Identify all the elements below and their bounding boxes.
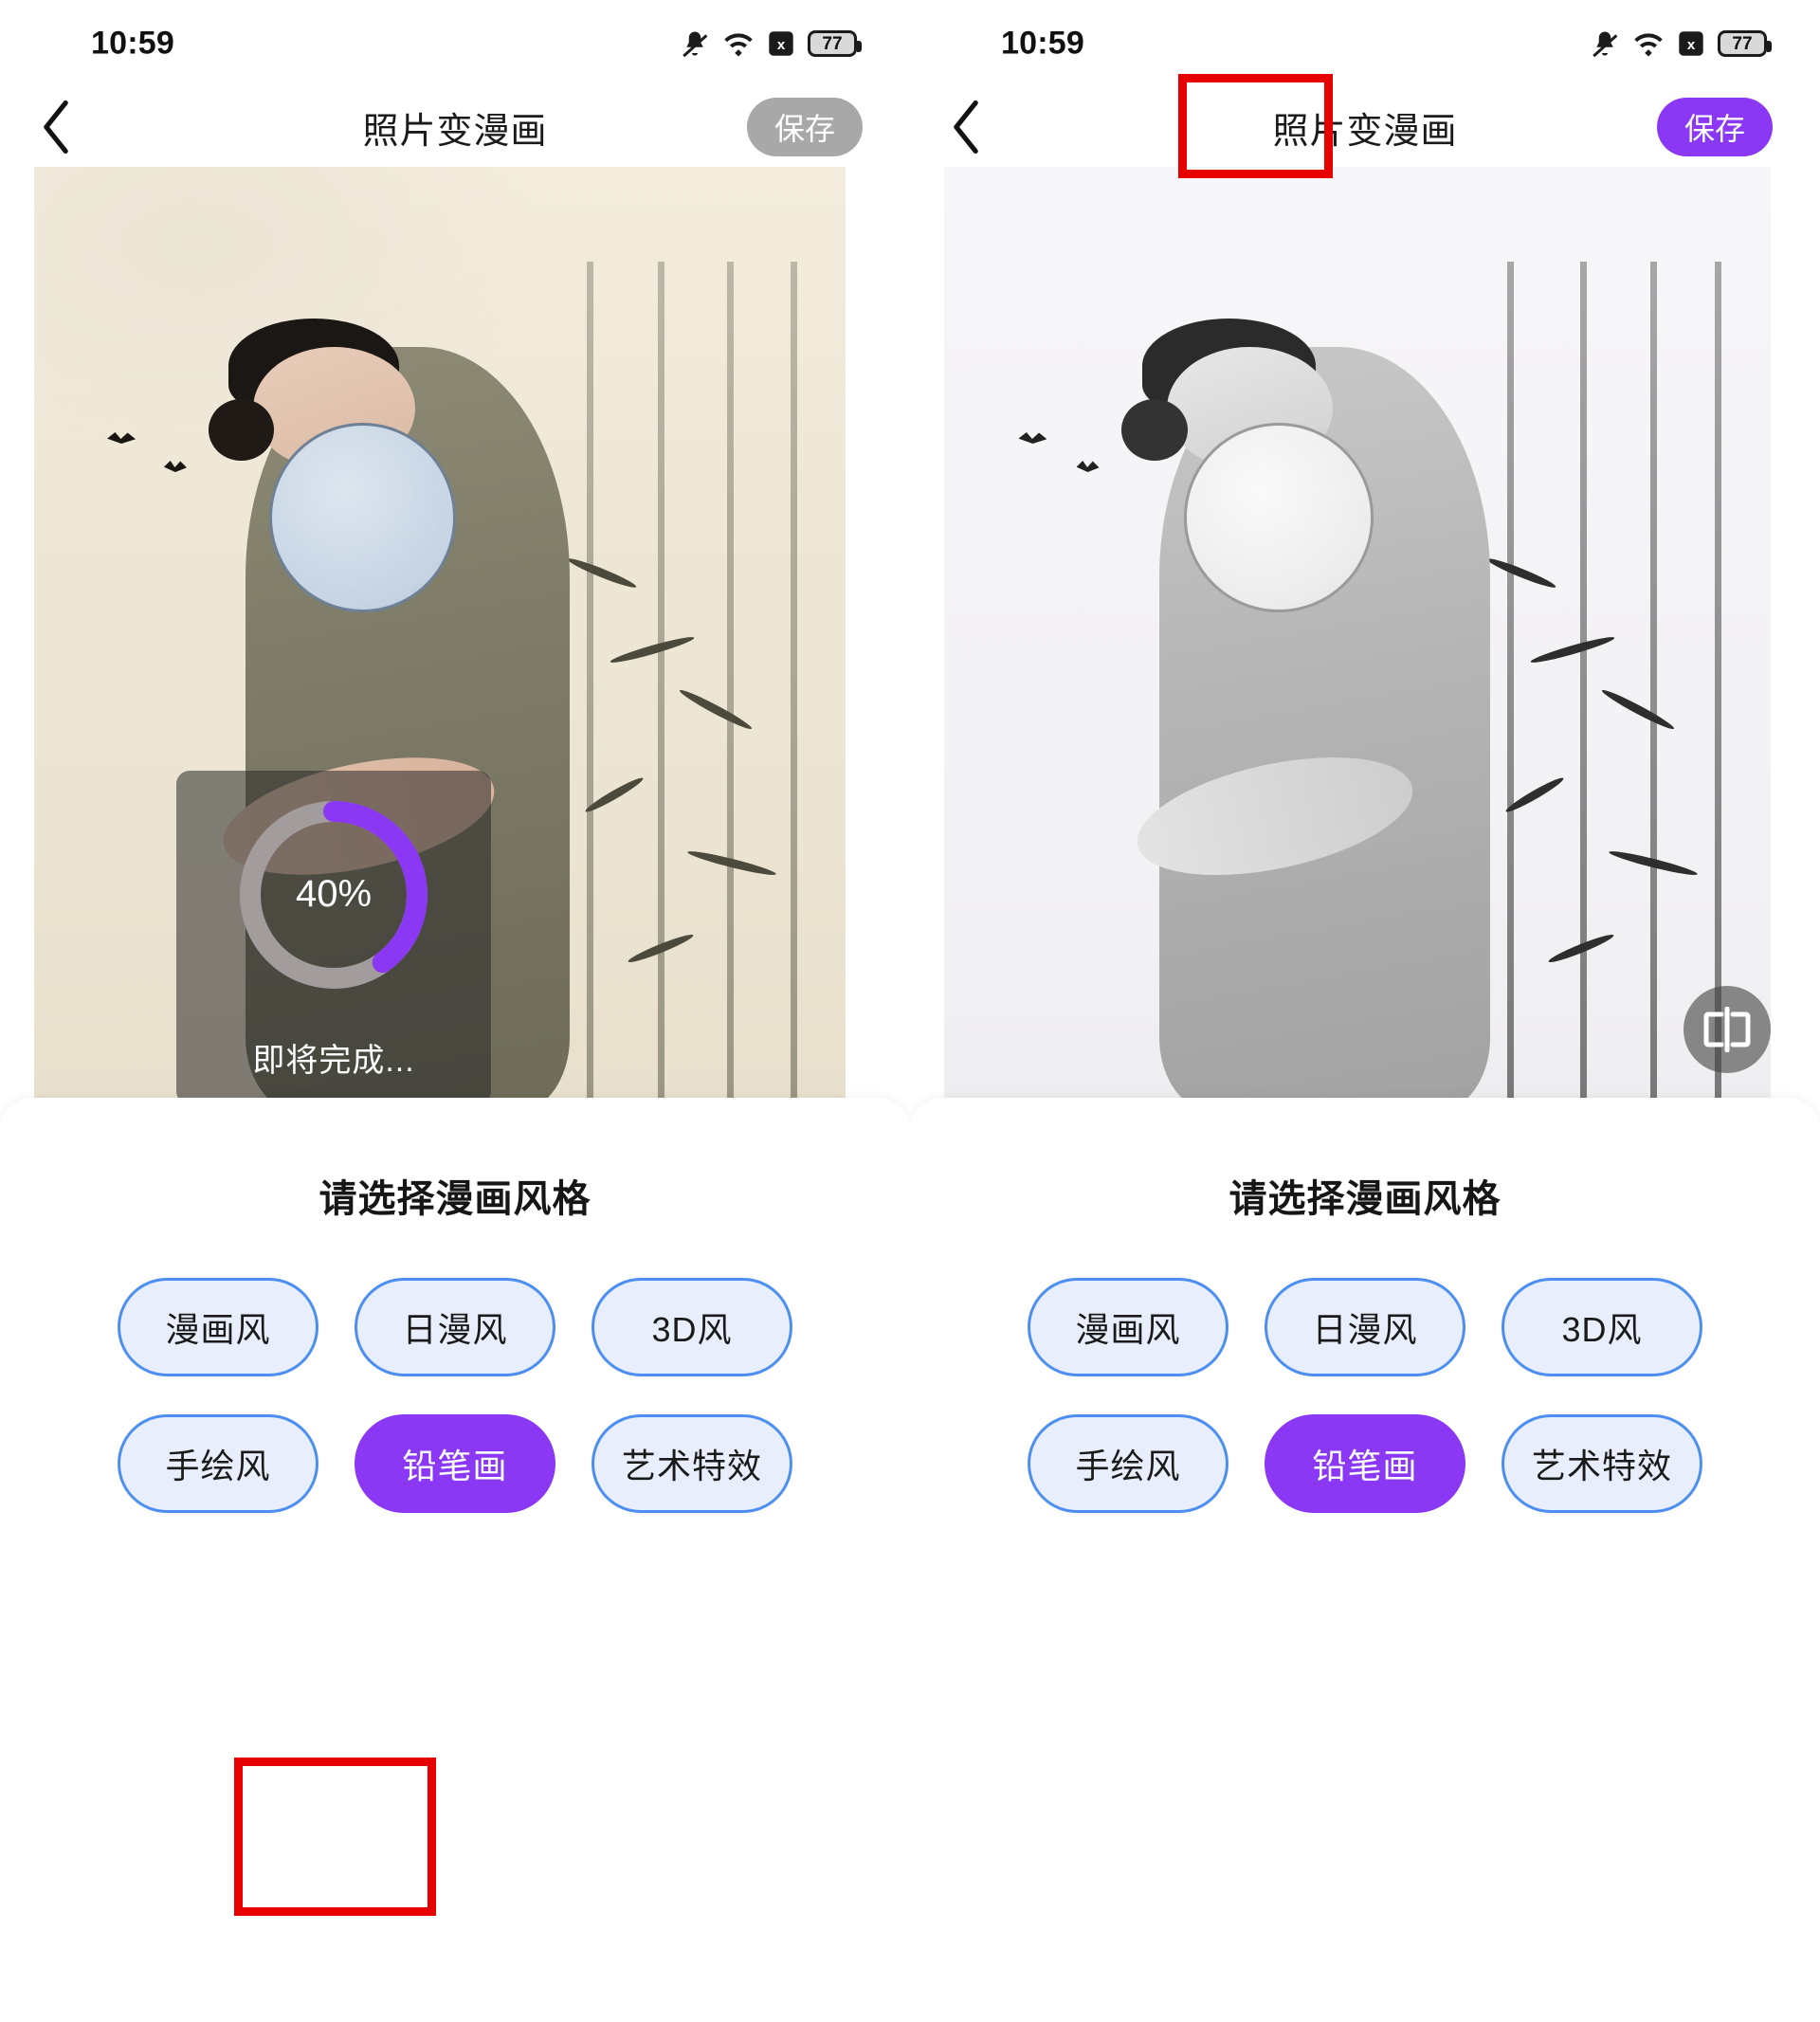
status-bar: 10:59 x 77 <box>0 0 910 87</box>
svg-text:x: x <box>1687 37 1696 53</box>
battery-icon: 77 <box>1718 30 1772 57</box>
nav-bar: 照片变漫画 保存 <box>0 87 910 167</box>
sim-x-icon: x <box>768 29 794 58</box>
style-picker-sheet: 请选择漫画风格 漫画风 日漫风 3D风 手绘风 铅笔画 艺术特效 <box>0 1098 910 2022</box>
battery-level-label: 77 <box>1732 33 1753 54</box>
battery-level-label: 77 <box>822 33 843 54</box>
battery-icon: 77 <box>808 30 862 57</box>
nav-bar: 照片变漫画 保存 <box>910 87 1820 167</box>
compare-split-icon[interactable] <box>1684 986 1771 1073</box>
result-photo <box>944 167 1771 1115</box>
status-bar: 10:59 x 77 <box>910 0 1820 87</box>
conversion-progress-overlay: 40% 即将完成... <box>176 771 491 1104</box>
wifi-icon <box>722 28 755 59</box>
style-picker-sheet: 请选择漫画风格 漫画风 日漫风 3D风 手绘风 铅笔画 艺术特效 <box>910 1098 1820 2022</box>
figure-hair-bun <box>1121 399 1189 461</box>
hand-fan <box>1183 423 1374 612</box>
bamboo-decoration <box>1473 262 1754 1115</box>
style-chip-3d[interactable]: 3D风 <box>1502 1278 1702 1376</box>
style-chip-grid: 漫画风 日漫风 3D风 手绘风 铅笔画 艺术特效 <box>0 1278 910 1513</box>
status-bar-clock: 10:59 <box>1001 25 1084 62</box>
style-picker-title: 请选择漫画风格 <box>318 1178 592 1220</box>
style-chip-pencil[interactable]: 铅笔画 <box>1265 1414 1465 1513</box>
status-bar-icons: x 77 <box>1591 28 1772 59</box>
back-button[interactable] <box>27 98 85 156</box>
style-chip-comic[interactable]: 漫画风 <box>1028 1278 1228 1376</box>
save-button[interactable]: 保存 <box>747 98 863 156</box>
status-bar-clock: 10:59 <box>91 25 174 62</box>
progress-percent-label: 40% <box>295 873 373 915</box>
preview-area <box>910 167 1820 1115</box>
bell-muted-icon <box>681 28 709 59</box>
style-chip-handdraw[interactable]: 手绘风 <box>118 1414 318 1513</box>
bell-muted-icon <box>1591 28 1619 59</box>
svg-text:x: x <box>777 37 786 53</box>
progress-status-text: 即将完成... <box>252 1042 415 1079</box>
phone-screen-before: 10:59 x 77 照片变漫画 保存 40% 即将完成... 请选择漫画风格 … <box>0 0 910 2022</box>
back-button[interactable] <box>937 98 995 156</box>
style-chip-anime[interactable]: 日漫风 <box>1265 1278 1465 1376</box>
style-chip-comic[interactable]: 漫画风 <box>118 1278 318 1376</box>
style-chip-artfx[interactable]: 艺术特效 <box>592 1414 792 1513</box>
sim-x-icon: x <box>1678 29 1704 58</box>
save-button[interactable]: 保存 <box>1657 98 1773 156</box>
phone-screen-after: 10:59 x 77 照片变漫画 保存 请选择漫画风格 漫画风 日漫风 3D风 … <box>910 0 1820 2022</box>
style-picker-title: 请选择漫画风格 <box>1228 1178 1502 1220</box>
style-chip-3d[interactable]: 3D风 <box>592 1278 792 1376</box>
bamboo-decoration <box>554 262 829 1115</box>
style-chip-handdraw[interactable]: 手绘风 <box>1028 1414 1228 1513</box>
wifi-icon <box>1632 28 1665 59</box>
figure-hair-bun <box>209 399 274 461</box>
progress-ring: 40% <box>234 795 433 994</box>
dual-screenshot-stage: 10:59 x 77 照片变漫画 保存 40% 即将完成... 请选择漫画风格 … <box>0 0 1820 2022</box>
style-chip-anime[interactable]: 日漫风 <box>355 1278 555 1376</box>
style-chip-grid: 漫画风 日漫风 3D风 手绘风 铅笔画 艺术特效 <box>910 1278 1820 1513</box>
style-chip-artfx[interactable]: 艺术特效 <box>1502 1414 1702 1513</box>
status-bar-icons: x 77 <box>681 28 862 59</box>
preview-area: 40% 即将完成... <box>0 167 910 1115</box>
style-chip-pencil[interactable]: 铅笔画 <box>355 1414 555 1513</box>
hand-fan <box>269 423 457 612</box>
